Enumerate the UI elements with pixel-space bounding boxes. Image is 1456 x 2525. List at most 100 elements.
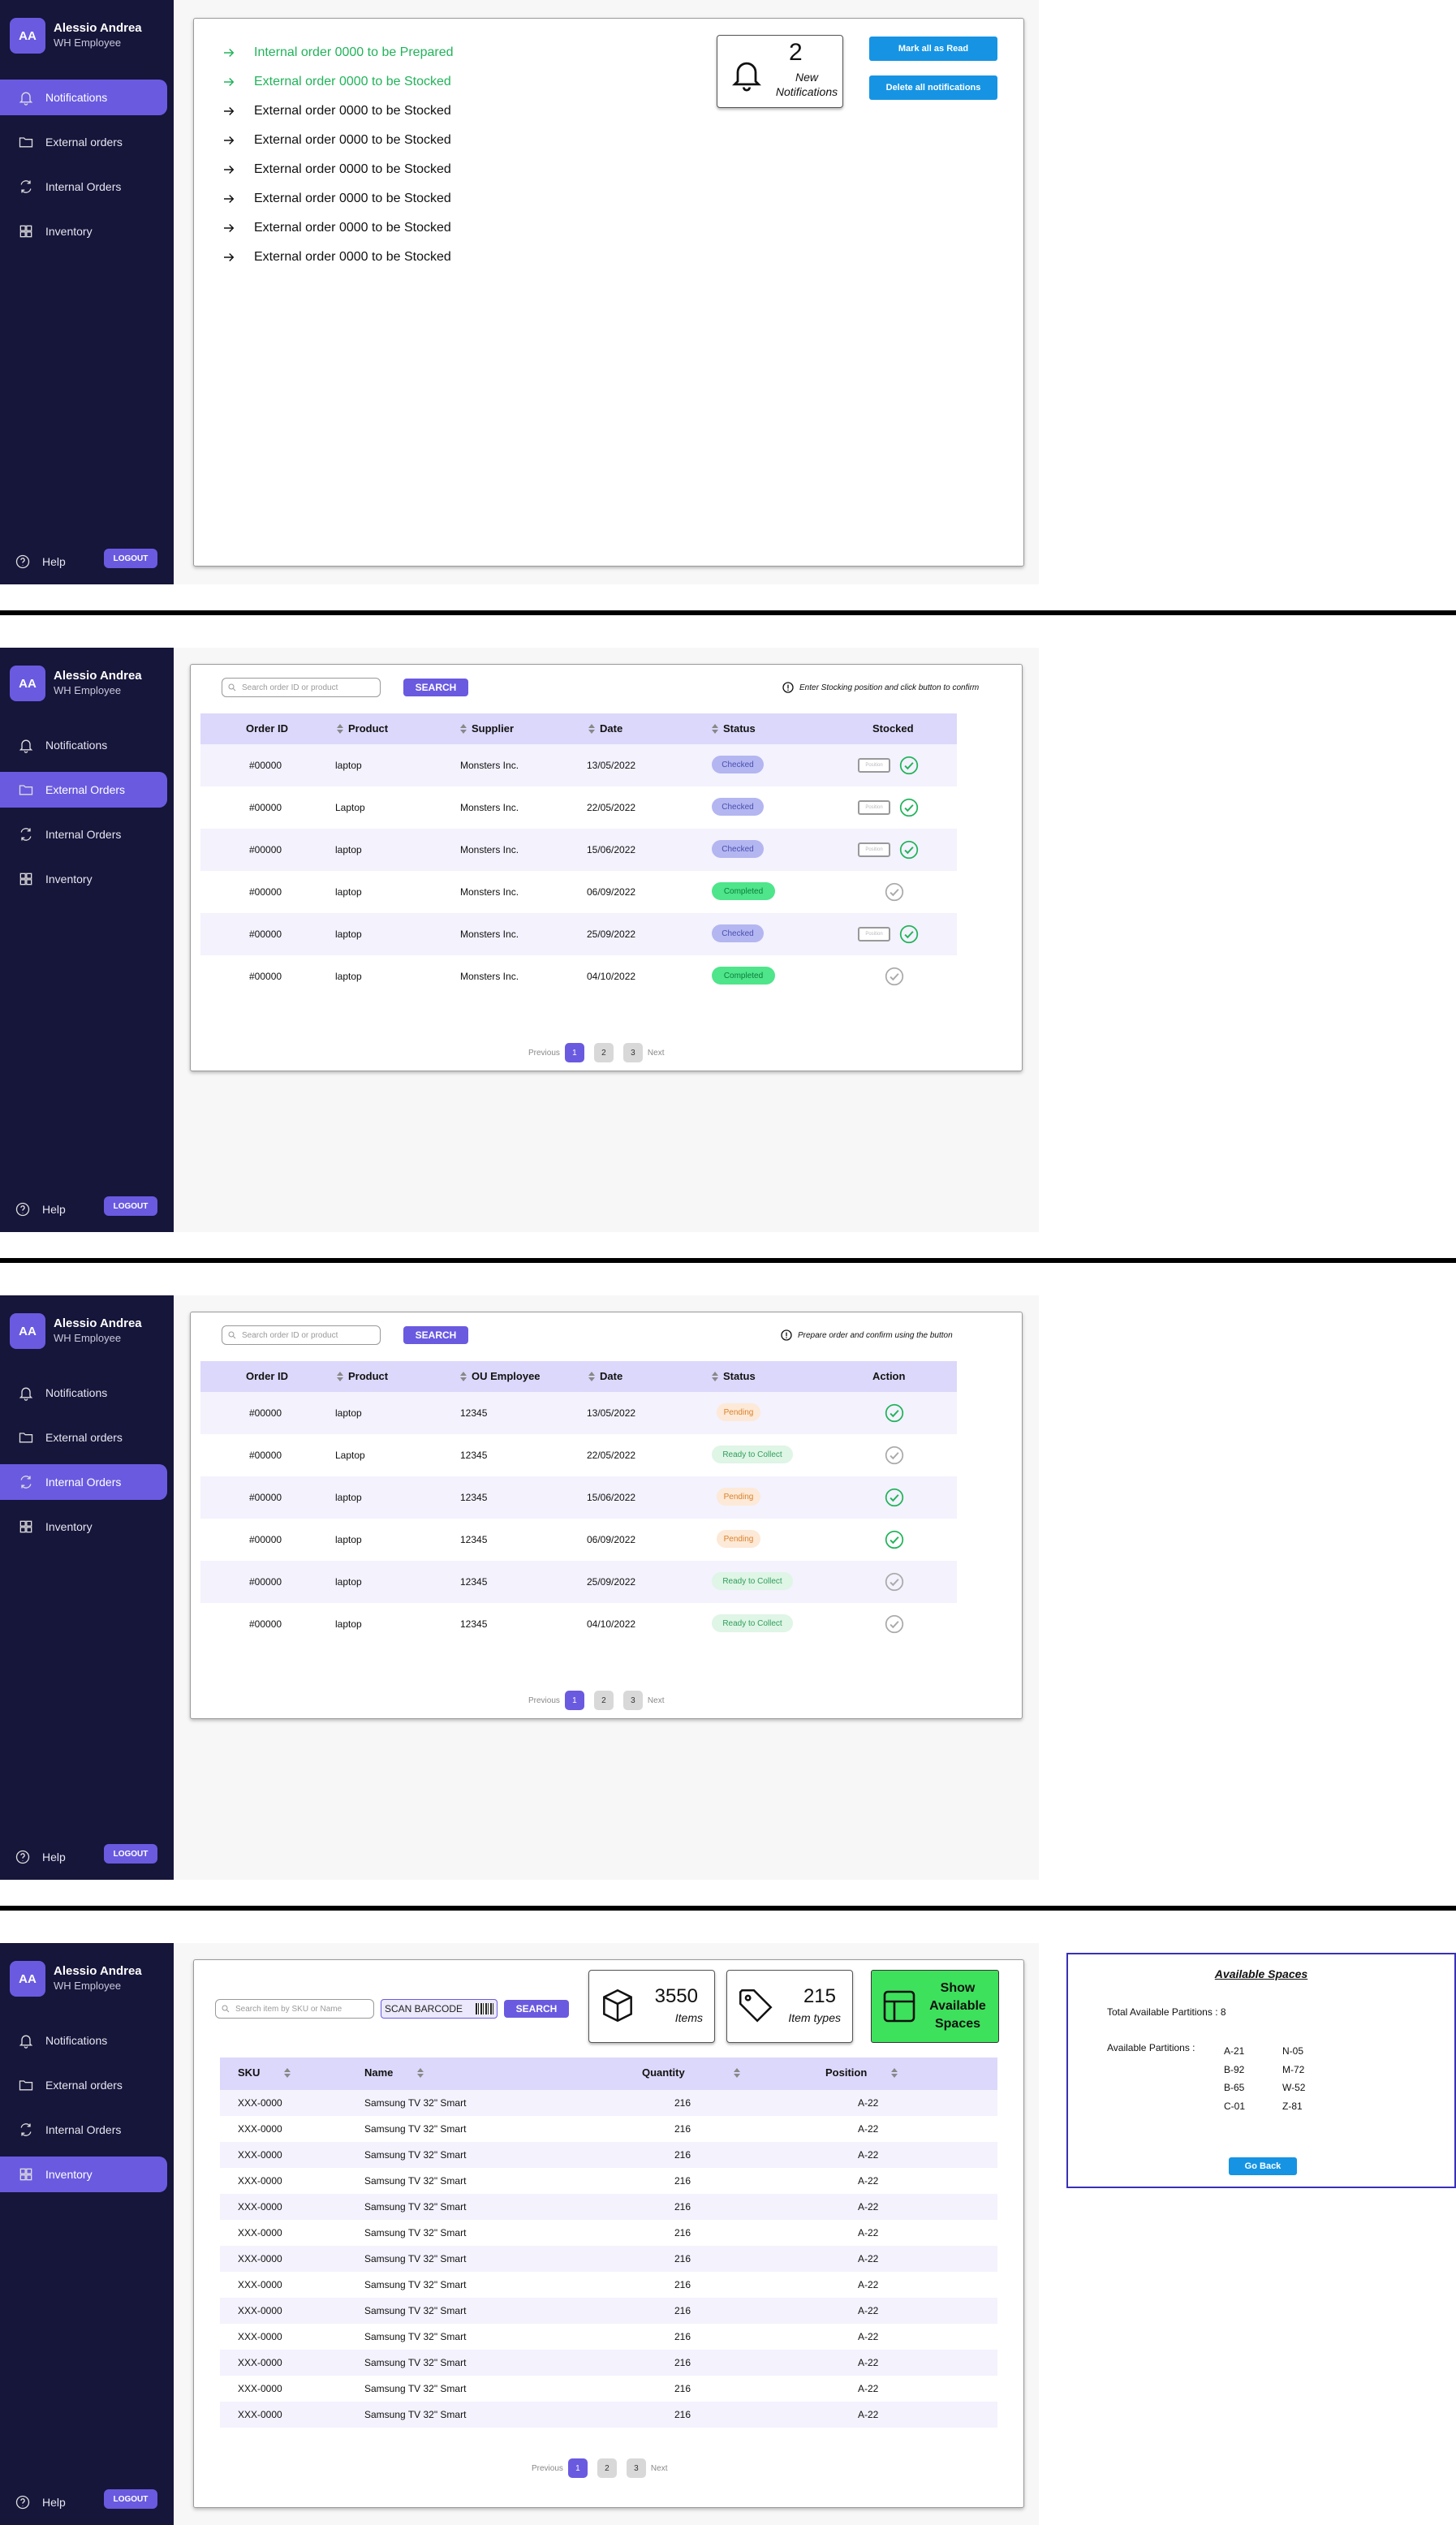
- sidebar-item-internal[interactable]: Internal Orders: [0, 2112, 174, 2148]
- column-header[interactable]: SKU: [238, 2066, 295, 2079]
- table-cell: laptop: [335, 886, 362, 898]
- check-circle-icon[interactable]: [898, 839, 920, 860]
- sidebar-item-notifications[interactable]: Notifications: [0, 80, 167, 115]
- check-circle-icon[interactable]: [884, 1614, 905, 1635]
- sidebar-item-external[interactable]: External Orders: [0, 772, 167, 808]
- notification-item[interactable]: External order 0000 to be Stocked: [222, 67, 454, 97]
- previous-link[interactable]: Previous: [532, 2464, 563, 2473]
- position-input[interactable]: Position: [858, 927, 890, 941]
- check-circle-icon[interactable]: [884, 1571, 905, 1592]
- logout-button[interactable]: LOGOUT: [104, 2489, 157, 2509]
- column-header[interactable]: Order ID: [246, 1370, 288, 1382]
- sidebar-item-label: Internal Orders: [45, 1476, 122, 1489]
- sidebar-item-inventory[interactable]: Inventory: [0, 2157, 167, 2192]
- notification-item[interactable]: External order 0000 to be Stocked: [222, 243, 454, 272]
- previous-link[interactable]: Previous: [528, 1696, 560, 1705]
- search-input[interactable]: Search order ID or product: [222, 678, 381, 697]
- sidebar-item-internal[interactable]: Internal Orders: [0, 817, 174, 852]
- column-header[interactable]: Status: [712, 722, 756, 735]
- notification-item[interactable]: External order 0000 to be Stocked: [222, 184, 454, 213]
- next-link[interactable]: Next: [648, 1696, 665, 1705]
- page-button[interactable]: 2: [593, 1691, 614, 1710]
- column-header[interactable]: Date: [588, 722, 622, 735]
- sidebar-item-notifications[interactable]: Notifications: [0, 2023, 174, 2058]
- sidebar-item-notifications[interactable]: Notifications: [0, 1375, 174, 1411]
- page-button[interactable]: 3: [622, 1691, 643, 1710]
- column-header[interactable]: OU Employee: [460, 1370, 541, 1382]
- help-link[interactable]: Help: [15, 2494, 66, 2510]
- arrow-right-icon: [224, 77, 235, 87]
- column-header[interactable]: Date: [588, 1370, 622, 1382]
- column-header[interactable]: Name: [364, 2066, 429, 2079]
- sidebar-item-internal[interactable]: Internal Orders: [0, 1464, 167, 1500]
- sidebar-item-inventory[interactable]: Inventory: [0, 213, 174, 249]
- check-circle-icon[interactable]: [898, 797, 920, 818]
- page-button[interactable]: 1: [567, 2458, 588, 2478]
- column-header[interactable]: Quantity: [642, 2066, 745, 2079]
- notification-item[interactable]: External order 0000 to be Stocked: [222, 97, 454, 126]
- sidebar-item-external[interactable]: External orders: [0, 2067, 174, 2103]
- logout-button[interactable]: LOGOUT: [104, 1844, 157, 1864]
- search-button[interactable]: SEARCH: [403, 1326, 468, 1344]
- user-role: WH Employee: [54, 684, 122, 696]
- go-back-button[interactable]: Go Back: [1229, 2157, 1297, 2175]
- search-input[interactable]: Search item by SKU or Name: [215, 1999, 374, 2019]
- help-link[interactable]: Help: [15, 554, 66, 570]
- help-link[interactable]: Help: [15, 1849, 66, 1865]
- sidebar-item-label: Notifications: [45, 739, 108, 752]
- search-input[interactable]: Search order ID or product: [222, 1325, 381, 1345]
- column-header[interactable]: Order ID: [246, 722, 288, 735]
- notification-item[interactable]: External order 0000 to be Stocked: [222, 155, 454, 184]
- notification-item[interactable]: External order 0000 to be Stocked: [222, 126, 454, 155]
- help-link[interactable]: Help: [15, 1201, 66, 1217]
- sidebar-item-inventory[interactable]: Inventory: [0, 861, 174, 897]
- page-button[interactable]: 1: [564, 1691, 584, 1710]
- check-circle-icon[interactable]: [884, 881, 905, 903]
- position-input[interactable]: Position: [858, 800, 890, 815]
- column-header[interactable]: Product: [337, 722, 388, 735]
- next-link[interactable]: Next: [648, 1049, 665, 1058]
- delete-all-notifications-button[interactable]: Delete all notifications: [869, 75, 997, 100]
- column-header[interactable]: Stocked: [872, 722, 914, 735]
- sidebar-item-internal[interactable]: Internal Orders: [0, 169, 174, 205]
- page-button[interactable]: 2: [597, 2458, 617, 2478]
- scan-barcode-button[interactable]: SCAN BARCODE: [381, 1999, 498, 2019]
- search-button[interactable]: SEARCH: [403, 679, 468, 696]
- column-header[interactable]: Position: [825, 2066, 902, 2079]
- logout-button[interactable]: LOGOUT: [104, 1196, 157, 1216]
- check-circle-icon[interactable]: [884, 1529, 905, 1550]
- check-circle-icon[interactable]: [884, 1487, 905, 1508]
- mark-all-read-button[interactable]: Mark all as Read: [869, 37, 997, 61]
- position-input[interactable]: Position: [858, 758, 890, 773]
- page-button[interactable]: 3: [626, 2458, 646, 2478]
- check-circle-icon[interactable]: [884, 966, 905, 987]
- page-button[interactable]: 1: [564, 1043, 584, 1062]
- sidebar-item-external[interactable]: External orders: [0, 1420, 174, 1455]
- page-button[interactable]: 3: [622, 1043, 643, 1062]
- show-available-spaces-button[interactable]: Show Available Spaces: [871, 1970, 999, 2043]
- column-header[interactable]: Product: [337, 1370, 388, 1382]
- sidebar-item-external[interactable]: External orders: [0, 124, 174, 160]
- next-link[interactable]: Next: [651, 2464, 668, 2473]
- partition-item: C-01: [1224, 2100, 1246, 2112]
- column-header[interactable]: Supplier: [460, 722, 514, 735]
- sidebar-nav: Notifications External Orders Internal Ord…: [0, 727, 174, 906]
- previous-link[interactable]: Previous: [528, 1049, 560, 1058]
- notification-item[interactable]: Internal order 0000 to be Prepared: [222, 38, 454, 67]
- notification-text: External order 0000 to be Stocked: [254, 75, 451, 88]
- check-circle-icon[interactable]: [884, 1403, 905, 1424]
- search-placeholder: Search item by SKU or Name: [235, 2004, 342, 2014]
- position-input[interactable]: Position: [858, 842, 890, 857]
- table-cell: laptop: [335, 1534, 362, 1545]
- search-button[interactable]: SEARCH: [504, 2000, 569, 2018]
- sidebar-item-inventory[interactable]: Inventory: [0, 1509, 174, 1545]
- logout-button[interactable]: LOGOUT: [104, 549, 157, 568]
- check-circle-icon[interactable]: [898, 755, 920, 776]
- column-header[interactable]: Action: [872, 1370, 905, 1382]
- check-circle-icon[interactable]: [898, 924, 920, 945]
- column-header[interactable]: Status: [712, 1370, 756, 1382]
- check-circle-icon[interactable]: [884, 1445, 905, 1466]
- notification-item[interactable]: External order 0000 to be Stocked: [222, 213, 454, 243]
- sidebar-item-notifications[interactable]: Notifications: [0, 727, 174, 763]
- page-button[interactable]: 2: [593, 1043, 614, 1062]
